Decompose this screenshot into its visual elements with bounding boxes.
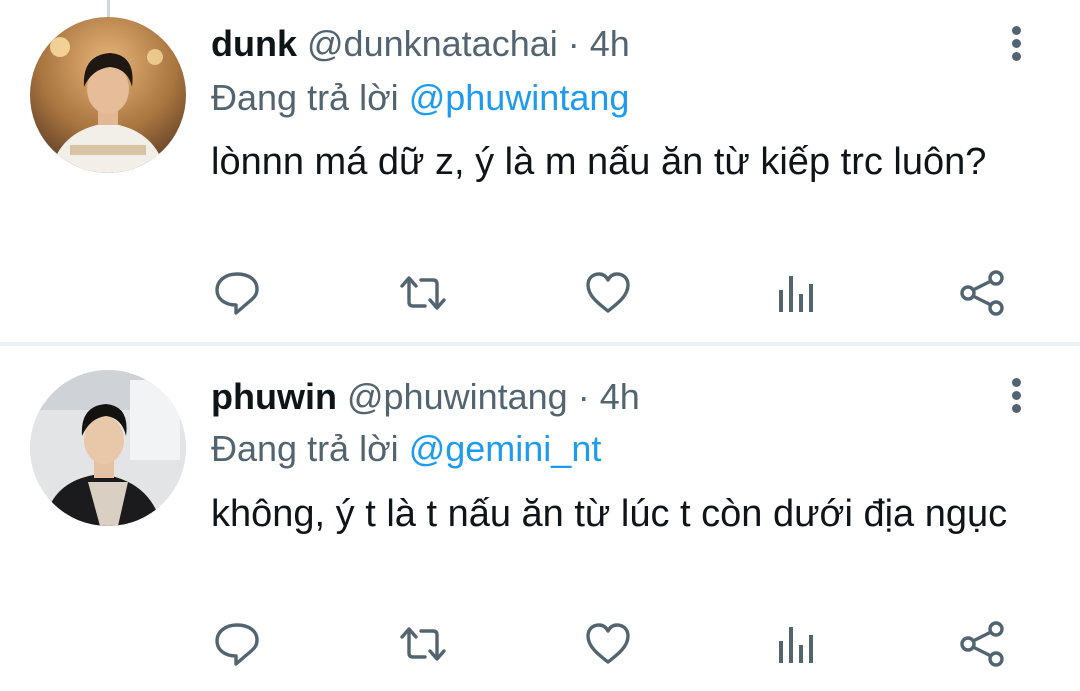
- replying-to-mention[interactable]: @phuwintang: [409, 77, 630, 118]
- tweet-header: phuwin @phuwintang · 4h: [211, 375, 640, 419]
- display-name[interactable]: phuwin: [211, 376, 337, 417]
- user-handle[interactable]: @dunknatachai: [307, 23, 558, 64]
- tweet-text: lònnn má dữ z, ý là m nấu ăn từ kiếp trc…: [211, 141, 987, 183]
- reply-icon[interactable]: [212, 268, 262, 318]
- replying-to-line: Đang trả lời @phuwintang: [211, 76, 629, 120]
- avatar[interactable]: [30, 17, 186, 173]
- tweet-1[interactable]: dunk @dunknatachai · 4h Đang trả lời @ph…: [0, 0, 1080, 342]
- share-icon[interactable]: [958, 619, 1008, 669]
- analytics-icon[interactable]: [770, 619, 820, 669]
- display-name[interactable]: dunk: [211, 23, 297, 64]
- more-options-icon[interactable]: [1000, 374, 1034, 418]
- retweet-icon[interactable]: [398, 619, 448, 669]
- user-handle[interactable]: @phuwintang: [347, 376, 568, 417]
- replying-to-label: Đang trả lời: [211, 428, 399, 469]
- tweet-text: không, ý t là t nấu ăn từ lúc t còn dưới…: [211, 493, 1008, 535]
- timestamp[interactable]: 4h: [600, 376, 640, 417]
- more-options-icon[interactable]: [1000, 22, 1034, 66]
- replying-to-line: Đang trả lời @gemini_nt: [211, 427, 601, 471]
- separator-dot: ·: [567, 23, 580, 64]
- share-icon[interactable]: [958, 268, 1008, 318]
- like-icon[interactable]: [583, 619, 633, 669]
- replying-to-mention[interactable]: @gemini_nt: [409, 428, 602, 469]
- analytics-icon[interactable]: [770, 268, 820, 318]
- timestamp[interactable]: 4h: [590, 23, 630, 64]
- separator-dot: ·: [577, 376, 590, 417]
- replying-to-label: Đang trả lời: [211, 77, 399, 118]
- retweet-icon[interactable]: [398, 268, 448, 318]
- avatar[interactable]: [30, 370, 186, 526]
- tweet-actions: [0, 268, 1080, 318]
- tweet-actions: [0, 619, 1080, 669]
- tweet-header: dunk @dunknatachai · 4h: [211, 22, 630, 66]
- reply-icon[interactable]: [212, 619, 262, 669]
- like-icon[interactable]: [583, 268, 633, 318]
- tweet-divider: [0, 342, 1080, 346]
